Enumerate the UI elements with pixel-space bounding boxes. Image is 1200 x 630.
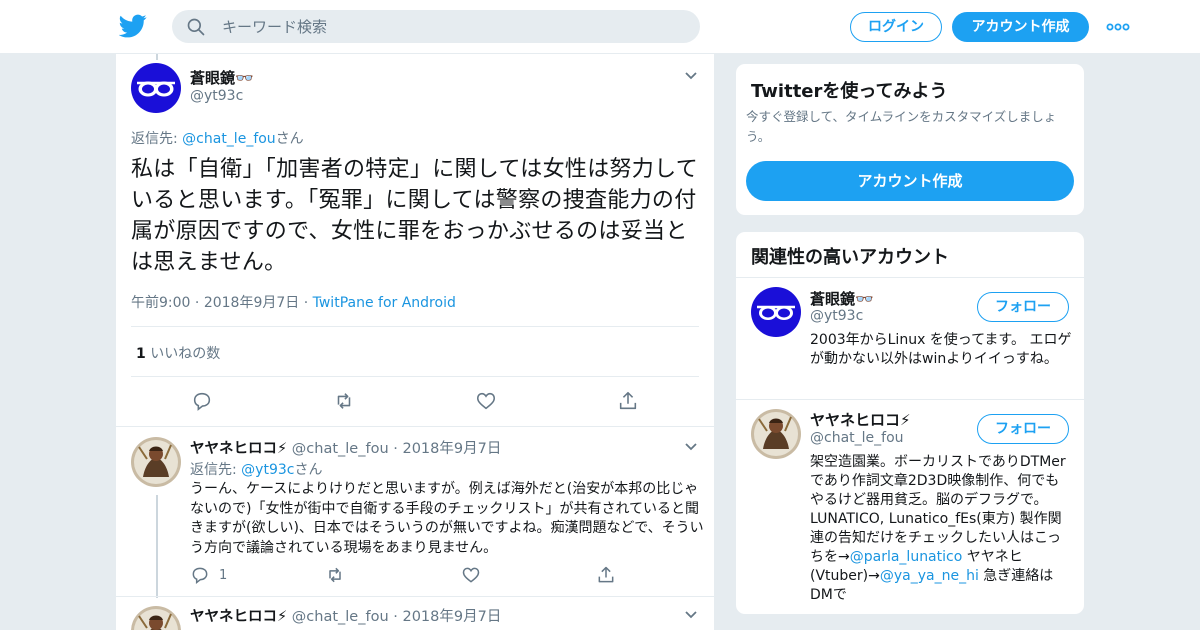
- account-handle[interactable]: @yt93c: [810, 308, 863, 324]
- reply-tweet[interactable]: ヤヤネヒロコ⚡ @chat_le_fou · 2018年9月7日: [116, 596, 714, 630]
- author-handle[interactable]: @chat_le_fou: [292, 441, 389, 457]
- signup-card-subtitle: 今すぐ登録して、タイムラインをカスタマイズしましょう。: [746, 109, 1057, 144]
- like-heart-icon[interactable]: [475, 390, 497, 412]
- account-handle[interactable]: @chat_le_fou: [810, 430, 904, 446]
- avatar[interactable]: [751, 287, 801, 337]
- reply-tweet[interactable]: ヤヤネヒロコ⚡ @chat_le_fou · 2018年9月7日 返信先: @y…: [116, 426, 714, 601]
- like-count-number: 1: [136, 346, 146, 362]
- divider: [736, 277, 1084, 278]
- reply-to-link[interactable]: @yt93c: [241, 462, 294, 478]
- follow-button[interactable]: フォロー: [977, 414, 1069, 444]
- bio-mention-link[interactable]: @parla_lunatico: [850, 549, 963, 565]
- account-bio: 架空造園業。ボーカリストでありDTMerであり作詞文章2D3D映像制作、何でもや…: [810, 453, 1072, 605]
- signup-card-button[interactable]: アカウント作成: [746, 161, 1074, 201]
- related-accounts-card: 関連性の高いアカウント 蒼眼鏡👓 @yt93c フォロー 2003年からLinu…: [735, 231, 1085, 615]
- avatar[interactable]: [131, 63, 181, 113]
- signup-card-title: Twitterを使ってみよう: [751, 81, 948, 102]
- thread-connector: [156, 54, 158, 60]
- retweet-icon[interactable]: [325, 565, 345, 585]
- avatar[interactable]: [751, 409, 801, 459]
- tweet-time[interactable]: 午前9:00: [131, 295, 190, 311]
- tweet-detail-column: 蒼眼鏡👓 @yt93c 返信先: @chat_le_fouさん 私は「自衛」「加…: [115, 54, 715, 630]
- share-icon[interactable]: [596, 565, 616, 585]
- like-count[interactable]: 1 いいねの数: [136, 343, 220, 363]
- reply-suffix: さん: [294, 462, 323, 478]
- divider: [131, 376, 699, 377]
- chevron-down-icon[interactable]: [684, 610, 698, 620]
- avatar[interactable]: [131, 606, 181, 630]
- twitter-bird-icon[interactable]: [119, 12, 147, 40]
- author-name[interactable]: ヤヤネヒロコ⚡: [190, 609, 287, 625]
- reply-prefix: 返信先:: [131, 131, 183, 147]
- account-name[interactable]: ヤヤネヒロコ⚡: [810, 409, 911, 430]
- reply-to-link[interactable]: @chat_le_fou: [182, 131, 276, 147]
- thread-connector: [156, 495, 158, 598]
- reply-header: ヤヤネヒロコ⚡ @chat_le_fou · 2018年9月7日: [190, 605, 501, 626]
- separator-dot: ·: [388, 609, 403, 625]
- search-box[interactable]: [172, 10, 700, 43]
- divider: [736, 399, 1084, 400]
- signup-button[interactable]: アカウント作成: [952, 12, 1089, 42]
- login-button[interactable]: ログイン: [850, 12, 942, 42]
- avatar[interactable]: [131, 437, 181, 487]
- author-handle[interactable]: @yt93c: [190, 88, 243, 104]
- like-heart-icon[interactable]: [461, 565, 481, 585]
- reply-icon[interactable]: [190, 565, 210, 585]
- reply-prefix: 返信先:: [190, 462, 242, 478]
- reply-text: うーん、ケースによりけりだと思いますが。例えば海外だと(治安が本邦の比じゃないの…: [190, 481, 704, 556]
- replying-to: 返信先: @yt93cさん: [190, 459, 322, 479]
- author-name[interactable]: ヤヤネヒロコ⚡: [190, 441, 287, 457]
- divider: [131, 326, 699, 327]
- bio-mention-link[interactable]: @ya_ya_ne_hi: [880, 568, 979, 584]
- share-icon[interactable]: [617, 390, 639, 412]
- signup-card: Twitterを使ってみよう 今すぐ登録して、タイムラインをカスタマイズしましょ…: [735, 63, 1085, 216]
- more-options-icon[interactable]: [1106, 20, 1130, 34]
- like-count-label: いいねの数: [150, 346, 221, 362]
- author-handle[interactable]: @chat_le_fou: [292, 609, 389, 625]
- tweet-date[interactable]: 2018年9月7日: [402, 441, 501, 457]
- related-accounts-title: 関連性の高いアカウント: [751, 247, 949, 268]
- replying-to: 返信先: @chat_le_fouさん: [131, 128, 304, 148]
- search-icon: [187, 18, 205, 36]
- account-bio: 2003年からLinux を使ってます。 エロゲが動かない以外はwinよりイイっ…: [810, 332, 1072, 367]
- tweet-source-link[interactable]: TwitPane for Android: [313, 295, 456, 311]
- reply-icon[interactable]: [191, 390, 213, 412]
- separator-dot: ·: [388, 441, 403, 457]
- tweet-date[interactable]: 2018年9月7日: [402, 609, 501, 625]
- top-navigation-bar: ログイン アカウント作成: [0, 0, 1200, 54]
- reply-suffix: さん: [275, 131, 304, 147]
- reply-count: 1: [219, 568, 228, 583]
- reply-header: ヤヤネヒロコ⚡ @chat_le_fou · 2018年9月7日: [190, 437, 501, 458]
- tweet-date[interactable]: 2018年9月7日: [204, 295, 299, 311]
- retweet-icon[interactable]: [333, 390, 355, 412]
- tweet-text: 私は「自衛」「加害者の特定」に関しては女性は努力していると思います。「冤罪」に関…: [131, 157, 699, 275]
- tweet-metadata: 午前9:00 · 2018年9月7日 · TwitPane for Androi…: [131, 295, 456, 311]
- chevron-down-icon[interactable]: [684, 71, 698, 81]
- follow-button[interactable]: フォロー: [977, 292, 1069, 322]
- account-name[interactable]: 蒼眼鏡👓: [810, 288, 874, 309]
- search-input[interactable]: [222, 10, 682, 43]
- chevron-down-icon[interactable]: [684, 442, 698, 452]
- author-name[interactable]: 蒼眼鏡👓: [190, 67, 254, 88]
